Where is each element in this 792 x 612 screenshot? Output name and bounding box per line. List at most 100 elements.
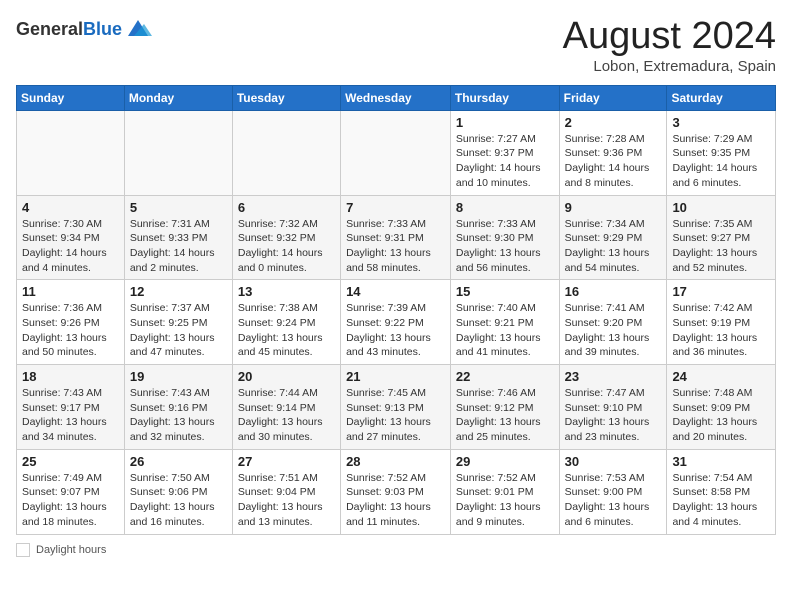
calendar-cell: 7Sunrise: 7:33 AMSunset: 9:31 PMDaylight… <box>341 195 451 280</box>
calendar-cell: 9 Sunrise: 7:34 AMSunset: 9:29 PMDaylight… <box>559 195 667 280</box>
day-info: Sunrise: 7:54 AMSunset: 8:58 PMDaylight:… <box>672 471 770 530</box>
day-info: Sunrise: 7:38 AMSunset: 9:24 PMDaylight:… <box>238 301 335 360</box>
calendar-cell: 15Sunrise: 7:40 AMSunset: 9:21 PMDayligh… <box>450 280 559 365</box>
month-title: August 2024 <box>563 16 776 58</box>
calendar-cell: 8 Sunrise: 7:33 AMSunset: 9:30 PMDaylight… <box>450 195 559 280</box>
calendar-cell: 25Sunrise: 7:49 AMSunset: 9:07 PMDayligh… <box>17 449 125 534</box>
calendar-cell: 23Sunrise: 7:47 AMSunset: 9:10 PMDayligh… <box>559 365 667 450</box>
calendar-cell: 31 Sunrise: 7:54 AMSunset: 8:58 PMDayligh… <box>667 449 776 534</box>
weekday-header-row: SundayMondayTuesdayWednesdayThursdayFrid… <box>17 85 776 110</box>
day-info: Sunrise: 7:52 AMSunset: 9:01 PMDaylight:… <box>456 471 554 530</box>
logo-blue-text: Blue <box>83 19 122 39</box>
calendar-cell: 29 Sunrise: 7:52 AMSunset: 9:01 PMDayligh… <box>450 449 559 534</box>
calendar-cell: 4 Sunrise: 7:30 AMSunset: 9:34 PMDaylight… <box>17 195 125 280</box>
calendar-week-row: 18 Sunrise: 7:43 AMSunset: 9:17 PMDayligh… <box>17 365 776 450</box>
day-info: Sunrise: 7:41 AMSunset: 9:20 PMDaylight:… <box>565 301 662 360</box>
day-info: Sunrise: 7:42 AMSunset: 9:19 PMDaylight:… <box>672 301 770 360</box>
day-info: Sunrise: 7:52 AMSunset: 9:03 PMDaylight:… <box>346 471 445 530</box>
logo-general-text: General <box>16 19 83 39</box>
day-number: 5 <box>130 200 227 215</box>
day-number: 8 <box>456 200 554 215</box>
day-number: 18 <box>22 369 119 384</box>
calendar-cell: 28 Sunrise: 7:52 AMSunset: 9:03 PMDayligh… <box>341 449 451 534</box>
calendar-cell: 26Sunrise: 7:50 AMSunset: 9:06 PMDayligh… <box>124 449 232 534</box>
day-number: 6 <box>238 200 335 215</box>
calendar-cell: 1Sunrise: 7:27 AMSunset: 9:37 PMDaylight… <box>450 110 559 195</box>
day-number: 4 <box>22 200 119 215</box>
calendar-cell: 30Sunrise: 7:53 AMSunset: 9:00 PMDayligh… <box>559 449 667 534</box>
day-number: 23 <box>565 369 662 384</box>
day-info: Sunrise: 7:50 AMSunset: 9:06 PMDaylight:… <box>130 471 227 530</box>
calendar-cell: 21Sunrise: 7:45 AMSunset: 9:13 PMDayligh… <box>341 365 451 450</box>
logo-icon <box>124 16 152 44</box>
day-info: Sunrise: 7:36 AMSunset: 9:26 PMDaylight:… <box>22 301 119 360</box>
footer: Daylight hours <box>16 543 776 557</box>
calendar-cell: 11 Sunrise: 7:36 AMSunset: 9:26 PMDayligh… <box>17 280 125 365</box>
legend-box <box>16 543 30 557</box>
day-info: Sunrise: 7:35 AMSunset: 9:27 PMDaylight:… <box>672 217 770 276</box>
calendar-cell: 17 Sunrise: 7:42 AMSunset: 9:19 PMDayligh… <box>667 280 776 365</box>
page-header: GeneralBlue August 2024 Lobon, Extremadu… <box>16 16 776 75</box>
weekday-header-wednesday: Wednesday <box>341 85 451 110</box>
calendar-week-row: 11 Sunrise: 7:36 AMSunset: 9:26 PMDayligh… <box>17 280 776 365</box>
weekday-header-saturday: Saturday <box>667 85 776 110</box>
day-number: 28 <box>346 454 445 469</box>
calendar-cell <box>232 110 340 195</box>
day-info: Sunrise: 7:43 AMSunset: 9:17 PMDaylight:… <box>22 386 119 445</box>
legend-label: Daylight hours <box>36 544 106 556</box>
day-info: Sunrise: 7:34 AMSunset: 9:29 PMDaylight:… <box>565 217 662 276</box>
day-number: 19 <box>130 369 227 384</box>
calendar-cell: 27Sunrise: 7:51 AMSunset: 9:04 PMDayligh… <box>232 449 340 534</box>
location-text: Lobon, Extremadura, Spain <box>563 58 776 75</box>
calendar-cell: 16 Sunrise: 7:41 AMSunset: 9:20 PMDayligh… <box>559 280 667 365</box>
calendar-week-row: 1Sunrise: 7:27 AMSunset: 9:37 PMDaylight… <box>17 110 776 195</box>
day-info: Sunrise: 7:28 AMSunset: 9:36 PMDaylight:… <box>565 132 662 191</box>
day-info: Sunrise: 7:48 AMSunset: 9:09 PMDaylight:… <box>672 386 770 445</box>
calendar-week-row: 25Sunrise: 7:49 AMSunset: 9:07 PMDayligh… <box>17 449 776 534</box>
day-number: 1 <box>456 115 554 130</box>
calendar-cell <box>124 110 232 195</box>
day-number: 9 <box>565 200 662 215</box>
day-number: 25 <box>22 454 119 469</box>
day-number: 29 <box>456 454 554 469</box>
day-number: 21 <box>346 369 445 384</box>
day-info: Sunrise: 7:33 AMSunset: 9:30 PMDaylight:… <box>456 217 554 276</box>
weekday-header-tuesday: Tuesday <box>232 85 340 110</box>
day-info: Sunrise: 7:37 AMSunset: 9:25 PMDaylight:… <box>130 301 227 360</box>
logo: GeneralBlue <box>16 16 152 44</box>
calendar-table: SundayMondayTuesdayWednesdayThursdayFrid… <box>16 85 776 535</box>
day-number: 12 <box>130 284 227 299</box>
calendar-cell: 6 Sunrise: 7:32 AMSunset: 9:32 PMDaylight… <box>232 195 340 280</box>
day-info: Sunrise: 7:32 AMSunset: 9:32 PMDaylight:… <box>238 217 335 276</box>
day-number: 22 <box>456 369 554 384</box>
calendar-cell: 22 Sunrise: 7:46 AMSunset: 9:12 PMDayligh… <box>450 365 559 450</box>
calendar-week-row: 4 Sunrise: 7:30 AMSunset: 9:34 PMDaylight… <box>17 195 776 280</box>
calendar-cell <box>17 110 125 195</box>
day-number: 13 <box>238 284 335 299</box>
day-info: Sunrise: 7:33 AMSunset: 9:31 PMDaylight:… <box>346 217 445 276</box>
day-info: Sunrise: 7:44 AMSunset: 9:14 PMDaylight:… <box>238 386 335 445</box>
day-number: 3 <box>672 115 770 130</box>
calendar-cell: 20 Sunrise: 7:44 AMSunset: 9:14 PMDayligh… <box>232 365 340 450</box>
day-number: 14 <box>346 284 445 299</box>
weekday-header-thursday: Thursday <box>450 85 559 110</box>
day-info: Sunrise: 7:53 AMSunset: 9:00 PMDaylight:… <box>565 471 662 530</box>
weekday-header-friday: Friday <box>559 85 667 110</box>
day-number: 11 <box>22 284 119 299</box>
day-number: 17 <box>672 284 770 299</box>
day-number: 20 <box>238 369 335 384</box>
day-info: Sunrise: 7:46 AMSunset: 9:12 PMDaylight:… <box>456 386 554 445</box>
title-block: August 2024 Lobon, Extremadura, Spain <box>563 16 776 75</box>
day-number: 31 <box>672 454 770 469</box>
day-info: Sunrise: 7:31 AMSunset: 9:33 PMDaylight:… <box>130 217 227 276</box>
day-info: Sunrise: 7:43 AMSunset: 9:16 PMDaylight:… <box>130 386 227 445</box>
calendar-cell: 12 Sunrise: 7:37 AMSunset: 9:25 PMDayligh… <box>124 280 232 365</box>
weekday-header-sunday: Sunday <box>17 85 125 110</box>
calendar-cell: 2Sunrise: 7:28 AMSunset: 9:36 PMDaylight… <box>559 110 667 195</box>
calendar-cell <box>341 110 451 195</box>
day-info: Sunrise: 7:30 AMSunset: 9:34 PMDaylight:… <box>22 217 119 276</box>
day-info: Sunrise: 7:40 AMSunset: 9:21 PMDaylight:… <box>456 301 554 360</box>
day-number: 16 <box>565 284 662 299</box>
calendar-cell: 24Sunrise: 7:48 AMSunset: 9:09 PMDayligh… <box>667 365 776 450</box>
day-info: Sunrise: 7:29 AMSunset: 9:35 PMDaylight:… <box>672 132 770 191</box>
